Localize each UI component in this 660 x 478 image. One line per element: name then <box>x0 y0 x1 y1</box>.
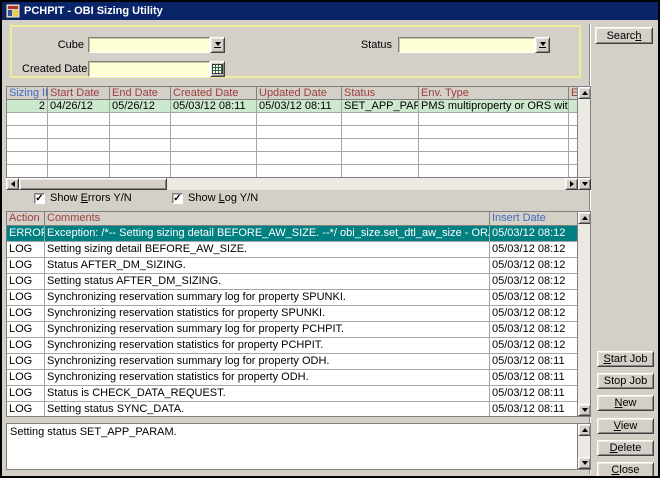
title-bar: PCHPIT - OBI Sizing Utility <box>2 2 658 20</box>
arrow-up-icon <box>582 91 588 95</box>
show-errors-label: Show Errors Y/N <box>50 192 132 204</box>
log-row[interactable]: LOG Synchronizing reservation statistics… <box>7 370 590 386</box>
arrow-down-icon <box>582 408 588 412</box>
scroll-down-button[interactable] <box>578 457 591 469</box>
log-row[interactable]: LOG Status AFTER_DM_SIZING. 05/03/12 08:… <box>7 258 590 274</box>
col-updated-date[interactable]: Updated Date <box>257 87 342 100</box>
show-errors-checkbox[interactable]: ✓ <box>34 193 45 204</box>
cube-dropdown-button[interactable] <box>210 37 225 53</box>
view-button[interactable]: View <box>597 418 654 434</box>
results-header-row: Sizing ID Start Date End Date Created Da… <box>7 87 590 100</box>
col-created-date[interactable]: Created Date <box>171 87 257 100</box>
table-row-empty[interactable] <box>7 126 590 139</box>
window-title: PCHPIT - OBI Sizing Utility <box>24 5 163 17</box>
table-row-selected[interactable]: 2 04/26/12 05/26/12 05/03/12 08:11 05/03… <box>7 100 590 113</box>
log-row[interactable]: LOG Synchronizing reservation summary lo… <box>7 290 590 306</box>
status-dropdown-button[interactable] <box>535 37 550 53</box>
table-row-empty[interactable] <box>7 139 590 152</box>
log-row[interactable]: LOG Synchronizing reservation summary lo… <box>7 354 590 370</box>
scroll-up-button[interactable] <box>578 212 591 224</box>
start-job-button[interactable]: Start Job <box>597 351 654 367</box>
table-row-empty[interactable] <box>7 113 590 126</box>
log-row[interactable]: LOG Synchronizing reservation summary lo… <box>7 322 590 338</box>
results-horizontal-scrollbar[interactable] <box>6 178 578 190</box>
col-env-type[interactable]: Env. Type <box>419 87 569 100</box>
log-vertical-scrollbar[interactable] <box>577 212 590 416</box>
log-row-error[interactable]: ERROR Exception: /*-- Setting sizing det… <box>7 226 590 242</box>
table-row-empty[interactable] <box>7 152 590 165</box>
cube-input[interactable] <box>88 37 210 53</box>
arrow-up-icon <box>582 428 588 432</box>
stop-job-button[interactable]: Stop Job <box>597 373 654 389</box>
detail-vertical-scrollbar[interactable] <box>577 424 590 469</box>
calendar-icon <box>212 64 223 74</box>
log-row[interactable]: LOG Setting status SYNC_DATA. 05/03/12 0… <box>7 402 590 417</box>
log-row[interactable]: LOG Setting status AFTER_DM_SIZING. 05/0… <box>7 274 590 290</box>
detail-text-box[interactable]: Setting status SET_APP_PARAM. <box>6 423 591 470</box>
scroll-left-button[interactable] <box>6 178 19 190</box>
col-sizing-id[interactable]: Sizing ID <box>7 87 48 100</box>
close-button[interactable]: Close <box>597 462 654 478</box>
status-input[interactable] <box>398 37 535 53</box>
dropdown-arrow-icon <box>214 42 221 48</box>
scroll-up-button[interactable] <box>578 87 591 99</box>
sizing-results-grid: Sizing ID Start Date End Date Created Da… <box>6 86 591 178</box>
arrow-left-icon <box>11 181 15 187</box>
search-criteria-panel: Cube Status Created Date <box>10 25 581 78</box>
arrow-up-icon <box>582 216 588 220</box>
arrow-down-icon <box>582 182 588 186</box>
show-log-checkbox[interactable]: ✓ <box>172 193 183 204</box>
arrow-down-icon <box>582 461 588 465</box>
app-window: PCHPIT - OBI Sizing Utility Cube Status … <box>0 0 660 478</box>
log-row[interactable]: LOG Synchronizing reservation statistics… <box>7 338 590 354</box>
dropdown-arrow-icon <box>539 42 546 48</box>
col-comments[interactable]: Comments <box>45 212 490 226</box>
new-button[interactable]: New <box>597 395 654 411</box>
table-row-empty[interactable] <box>7 165 590 178</box>
detail-text: Setting status SET_APP_PARAM. <box>10 426 177 438</box>
cube-label: Cube <box>22 39 84 51</box>
col-start-date[interactable]: Start Date <box>48 87 110 100</box>
col-action[interactable]: Action <box>7 212 45 226</box>
status-label: Status <box>330 39 392 51</box>
log-header-row: Action Comments Insert Date <box>7 212 590 226</box>
col-insert-date[interactable]: Insert Date <box>490 212 579 226</box>
scroll-down-button[interactable] <box>578 404 591 416</box>
scrollbar-thumb[interactable] <box>19 178 167 190</box>
arrow-right-icon <box>570 181 574 187</box>
app-icon <box>6 4 20 18</box>
results-vertical-scrollbar[interactable] <box>577 87 590 177</box>
created-date-input[interactable] <box>88 61 210 77</box>
search-button[interactable]: Search <box>595 27 653 44</box>
col-status[interactable]: Status <box>342 87 419 100</box>
scroll-up-button[interactable] <box>578 424 591 436</box>
delete-button[interactable]: Delete <box>597 440 654 456</box>
created-date-label: Created Date <box>22 63 84 75</box>
col-end-date[interactable]: End Date <box>110 87 171 100</box>
scroll-right-button[interactable] <box>565 178 578 190</box>
log-row[interactable]: LOG Status is CHECK_DATA_REQUEST. 05/03/… <box>7 386 590 402</box>
results-scroll-down-button[interactable] <box>578 178 591 190</box>
show-log-label: Show Log Y/N <box>188 192 258 204</box>
log-row[interactable]: LOG Setting sizing detail BEFORE_AW_SIZE… <box>7 242 590 258</box>
log-row[interactable]: LOG Synchronizing reservation statistics… <box>7 306 590 322</box>
created-date-calendar-button[interactable] <box>210 61 225 77</box>
log-grid: Action Comments Insert Date ERROR Except… <box>6 211 591 417</box>
